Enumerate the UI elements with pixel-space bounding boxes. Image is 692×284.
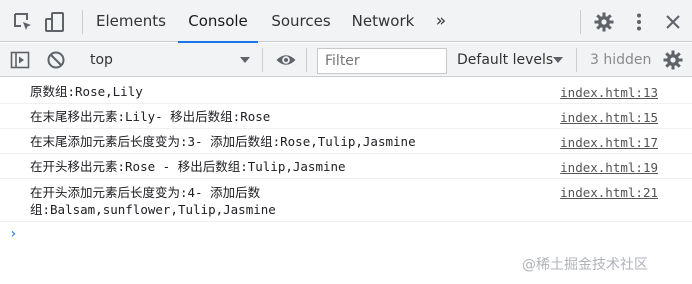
devtools-tab-bar: Elements Console Sources Network »: [0, 0, 692, 43]
clear-console-icon[interactable]: [45, 49, 67, 71]
console-source-link[interactable]: index.html:15: [560, 109, 658, 126]
console-toolbar: top Filter Default levels 3 hidden: [0, 43, 692, 77]
more-tabs-icon[interactable]: »: [430, 0, 452, 42]
inspect-element-icon[interactable]: [12, 11, 34, 33]
log-levels-dropdown[interactable]: Default levels: [457, 43, 567, 77]
console-message-text: 在末尾添加元素后长度变为:3- 添加后数组:Rose,Tulip,Jasmine: [30, 134, 416, 149]
watermark-text: @稀土掘金技术社区: [522, 257, 648, 273]
console-message: 原数组:Rose,Lily index.html:13: [0, 79, 692, 104]
filter-input[interactable]: Filter: [317, 48, 447, 74]
console-message: 在末尾添加元素后长度变为:3- 添加后数组:Rose,Tulip,Jasmine…: [0, 129, 692, 154]
log-levels-label: Default levels: [457, 52, 554, 68]
console-source-link[interactable]: index.html:21: [560, 184, 658, 201]
device-toolbar-icon[interactable]: [44, 11, 66, 33]
console-message-text: 在开头添加元素后长度变为:4- 添加后数 组:Balsam,sunflower,…: [30, 185, 276, 217]
context-selector[interactable]: top: [80, 46, 256, 74]
settings-gear-icon[interactable]: [593, 11, 615, 33]
console-message: 在开头添加元素后长度变为:4- 添加后数 组:Balsam,sunflower,…: [0, 179, 692, 222]
console-message-text: 在开头移出元素:Rose - 移出后数组:Tulip,Jasmine: [30, 159, 346, 174]
tab-sources[interactable]: Sources: [266, 0, 336, 42]
console-source-link[interactable]: index.html:19: [560, 159, 658, 176]
chevron-down-icon: [240, 57, 250, 63]
toolbar-divider: [580, 10, 581, 34]
console-settings-gear-icon[interactable]: [662, 49, 684, 71]
toolbar-divider: [576, 48, 577, 72]
tab-network[interactable]: Network: [346, 0, 420, 42]
toolbar-divider: [306, 48, 307, 72]
console-message: 在末尾移出元素:Lily- 移出后数组:Rose index.html:15: [0, 104, 692, 129]
live-expression-eye-icon[interactable]: [275, 49, 297, 71]
hidden-messages-count: 3 hidden: [590, 52, 652, 68]
more-options-icon[interactable]: [628, 11, 650, 33]
toolbar-divider: [262, 48, 263, 72]
console-message: 在开头移出元素:Rose - 移出后数组:Tulip,Jasmine index…: [0, 154, 692, 179]
console-source-link[interactable]: index.html:17: [560, 134, 658, 151]
tab-elements[interactable]: Elements: [92, 0, 170, 42]
close-devtools-icon[interactable]: [662, 11, 684, 33]
console-message-text: 原数组:Rose,Lily: [30, 84, 143, 99]
console-prompt-icon[interactable]: ›: [9, 226, 17, 242]
show-sidebar-icon[interactable]: [9, 49, 31, 71]
context-selector-value: top: [90, 52, 113, 68]
console-source-link[interactable]: index.html:13: [560, 84, 658, 101]
toolbar-divider: [82, 10, 83, 34]
console-message-text: 在末尾移出元素:Lily- 移出后数组:Rose: [30, 109, 271, 124]
chevron-down-icon: [553, 57, 563, 63]
tab-console[interactable]: Console: [178, 0, 258, 43]
